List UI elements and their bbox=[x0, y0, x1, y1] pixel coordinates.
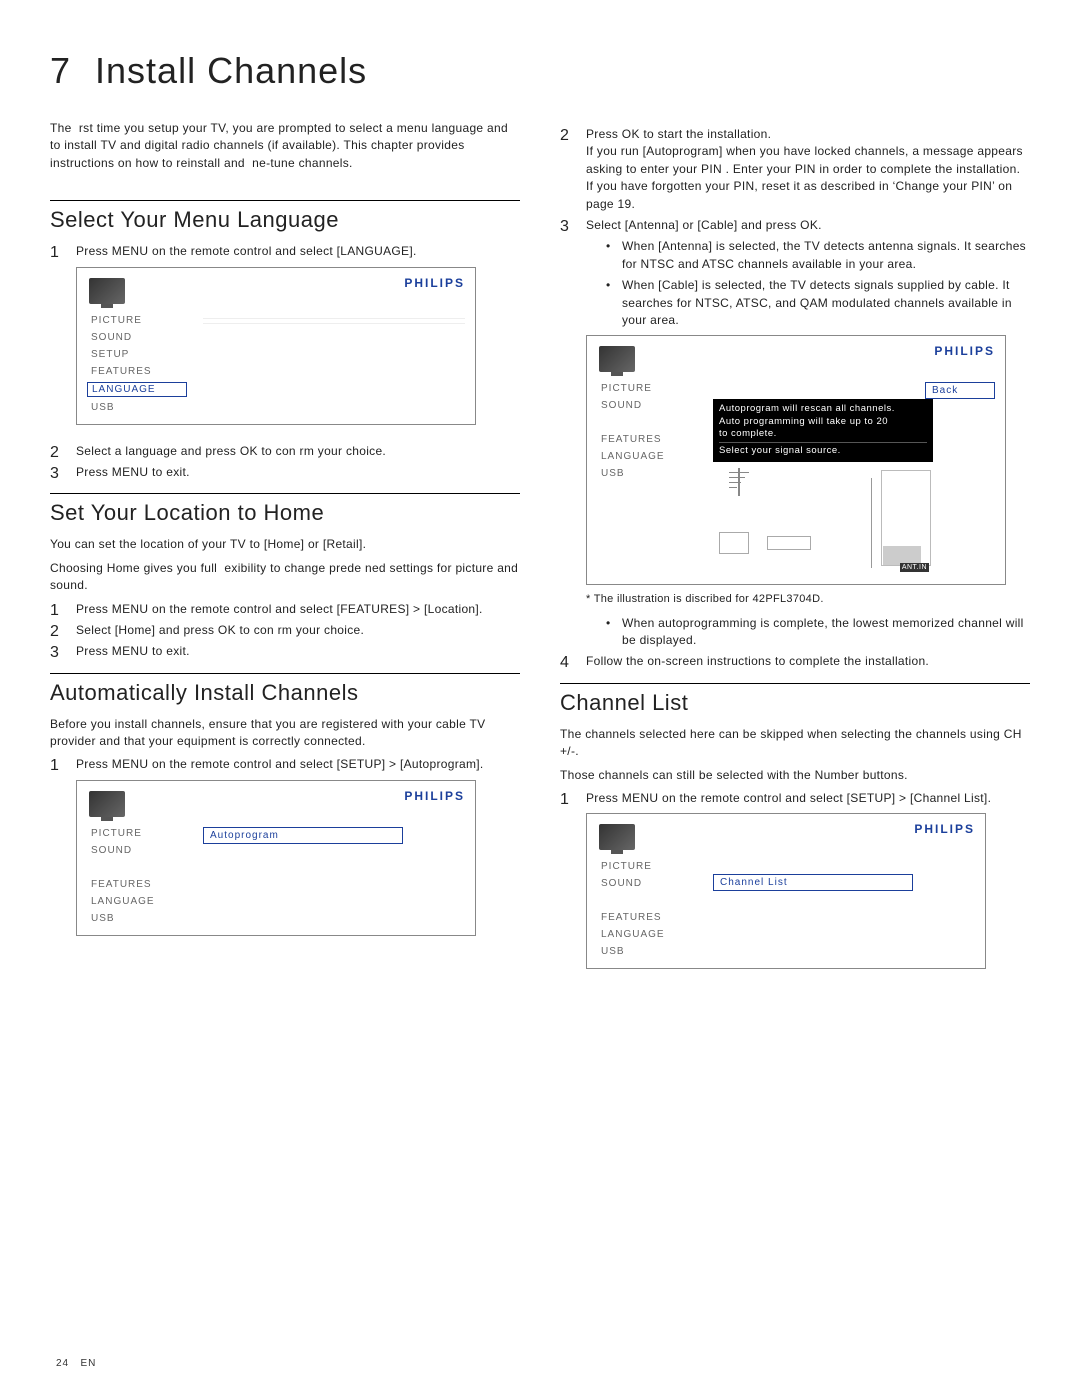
brand-logo: PHILIPS bbox=[914, 822, 975, 836]
osd-item: FEATURES bbox=[597, 911, 697, 924]
body-text: The channels selected here can be skippe… bbox=[560, 726, 1030, 761]
step-text: Press MENU on the remote control and sel… bbox=[50, 601, 520, 618]
brand-logo: PHILIPS bbox=[934, 344, 995, 358]
osd-item: SOUND bbox=[597, 877, 697, 890]
osd-menu-language: PHILIPS PICTURE SOUND SETUP FEATURES LAN… bbox=[76, 267, 476, 425]
osd-selection-autoprogram: Autoprogram bbox=[203, 827, 403, 844]
body-text: Before you install channels, ensure that… bbox=[50, 716, 520, 751]
osd-item: LANGUAGE bbox=[597, 928, 697, 941]
osd-item: FEATURES bbox=[597, 433, 697, 446]
wall-socket-icon bbox=[719, 532, 749, 554]
step-text: Follow the on-screen instructions to com… bbox=[560, 653, 1030, 670]
chapter-number: 7 bbox=[50, 50, 71, 92]
bullet-text: When autoprogramming is complete, the lo… bbox=[606, 615, 1030, 650]
step-text: Select [Home] and press OK to con rm you… bbox=[50, 622, 520, 639]
tv-icon bbox=[599, 346, 635, 372]
bullet-text: When [Antenna] is selected, the TV detec… bbox=[606, 238, 1030, 273]
osd-item: LANGUAGE bbox=[597, 450, 697, 463]
osd-item: LANGUAGE bbox=[87, 895, 187, 908]
osd-item: PICTURE bbox=[87, 314, 187, 327]
tv-icon bbox=[89, 791, 125, 817]
osd-info-panel: Autoprogram will rescan all channels. Au… bbox=[713, 399, 933, 461]
tv-icon bbox=[599, 824, 635, 850]
step-text: Press OK to start the installation. If y… bbox=[560, 126, 1030, 213]
osd-item: USB bbox=[87, 401, 187, 414]
osd-item: PICTURE bbox=[597, 860, 697, 873]
tv-icon bbox=[89, 278, 125, 304]
osd-item: PICTURE bbox=[87, 827, 187, 840]
section-location: Set Your Location to Home bbox=[50, 493, 520, 526]
bullet-text: When [Cable] is selected, the TV detects… bbox=[606, 277, 1030, 329]
body-text: Choosing Home gives you full exibility t… bbox=[50, 560, 520, 595]
section-menu-language: Select Your Menu Language bbox=[50, 200, 520, 233]
step-text: Select [Antenna] or [Cable] and press OK… bbox=[560, 217, 1030, 329]
brand-logo: PHILIPS bbox=[404, 276, 465, 290]
tv-back-panel-icon bbox=[881, 470, 931, 566]
footnote-text: * The illustration is discribed for 42PF… bbox=[586, 593, 1030, 605]
connection-diagram: ANT.IN bbox=[713, 464, 933, 574]
intro-text: The rst time you setup your TV, you are … bbox=[50, 120, 520, 172]
osd-item: PICTURE bbox=[597, 382, 697, 395]
body-text: Those channels can still be selected wit… bbox=[560, 767, 1030, 784]
osd-item: USB bbox=[87, 912, 187, 925]
antenna-icon bbox=[725, 468, 753, 500]
chapter-title: Install Channels bbox=[95, 50, 367, 92]
ant-in-label: ANT.IN bbox=[900, 563, 929, 572]
step-text: Select a language and press OK to con rm… bbox=[50, 443, 520, 460]
cable-box-icon bbox=[767, 536, 811, 550]
osd-item: FEATURES bbox=[87, 365, 187, 378]
osd-back: Back bbox=[925, 382, 995, 399]
osd-item: SOUND bbox=[597, 399, 697, 412]
section-channel-list: Channel List bbox=[560, 683, 1030, 716]
page-footer: 24 EN bbox=[56, 1358, 96, 1369]
step-text: Press MENU on the remote control and sel… bbox=[50, 756, 520, 773]
osd-channel-list: PHILIPS PICTURE SOUND FEATURES LANGUAGE … bbox=[586, 813, 986, 969]
osd-item bbox=[597, 416, 697, 429]
section-auto-install: Automatically Install Channels bbox=[50, 673, 520, 706]
osd-signal-source: PHILIPS PICTURE SOUND FEATURES LANGUAGE … bbox=[586, 335, 1006, 584]
step-text: Press MENU on the remote control and sel… bbox=[560, 790, 1030, 807]
osd-item: SETUP bbox=[87, 348, 187, 361]
step-text: Press MENU to exit. bbox=[50, 643, 520, 660]
body-text: You can set the location of your TV to [… bbox=[50, 536, 520, 553]
osd-item: SOUND bbox=[87, 331, 187, 344]
step-text: Press MENU on the remote control and sel… bbox=[50, 243, 520, 260]
brand-logo: PHILIPS bbox=[404, 789, 465, 803]
osd-item: USB bbox=[597, 945, 697, 958]
osd-selection-channel-list: Channel List bbox=[713, 874, 913, 891]
osd-item bbox=[597, 894, 697, 907]
osd-item: FEATURES bbox=[87, 878, 187, 891]
osd-autoprogram: PHILIPS PICTURE SOUND FEATURES LANGUAGE … bbox=[76, 780, 476, 936]
osd-item: USB bbox=[597, 467, 697, 480]
step-text: Press MENU to exit. bbox=[50, 464, 520, 481]
osd-item: SOUND bbox=[87, 844, 187, 857]
osd-item-selected: LANGUAGE bbox=[87, 382, 187, 397]
osd-item bbox=[87, 861, 187, 874]
chapter-heading: 7 Install Channels bbox=[50, 50, 1030, 92]
